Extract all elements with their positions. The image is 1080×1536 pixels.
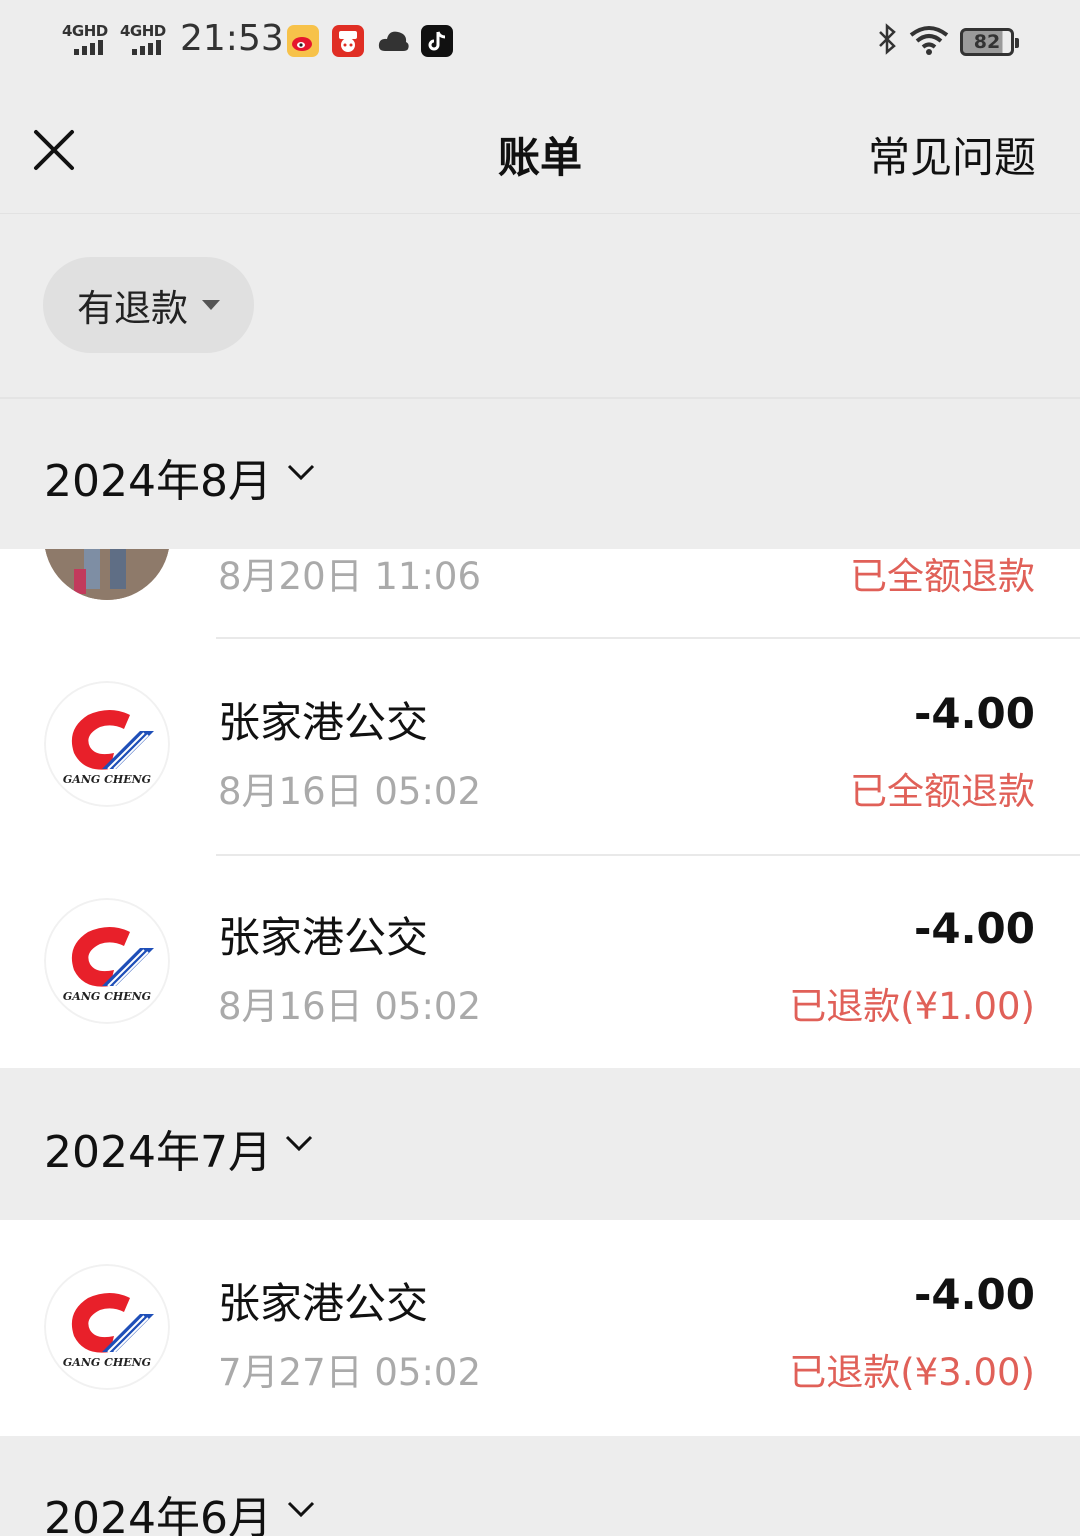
month-header-jul[interactable]: 2024年7月 — [0, 1070, 1080, 1220]
month-section-jul: GANG CHENG 张家港公交 7月27日 05:02 -4.00 已退款(¥… — [0, 1220, 1080, 1436]
battery-icon: 82 — [960, 28, 1019, 56]
transaction-time: 8月16日 05:02 — [218, 770, 482, 813]
caret-down-icon — [202, 300, 220, 310]
gangcheng-logo: GANG CHENG — [44, 681, 170, 807]
weibo-icon — [287, 25, 319, 57]
transaction-time: 8月20日 11:06 — [218, 555, 482, 598]
chevron-down-icon — [287, 464, 315, 481]
month-header-aug[interactable]: 2024年8月 — [0, 399, 1080, 549]
bluetooth-icon — [876, 22, 898, 64]
status-bar: 4GHD 4GHD 21:53 82 — [0, 0, 1080, 84]
transaction-time: 8月16日 05:02 — [218, 985, 482, 1028]
signal-icon: 4GHD — [120, 22, 172, 56]
refund-filter-dropdown[interactable]: 有退款 — [43, 257, 254, 353]
transaction-amount: -4.00 — [913, 1270, 1035, 1319]
logo-text: GANG CHENG — [63, 773, 151, 786]
merchant-name: 张家港公交 — [218, 1279, 429, 1328]
close-icon[interactable] — [30, 126, 78, 174]
month-label: 2024年8月 — [44, 456, 272, 507]
transaction-amount: -4.00 — [913, 689, 1035, 738]
transaction-row[interactable]: GANG CHENG 张家港公交 8月16日 05:02 -4.00 已全额退款 — [0, 639, 1080, 855]
wifi-icon — [908, 24, 950, 60]
merchant-name: 张家港公交 — [218, 913, 429, 962]
transaction-row[interactable]: 8月20日 11:06 已全额退款 — [0, 549, 1080, 645]
filter-label: 有退款 — [77, 287, 188, 330]
tiktok-icon — [421, 25, 453, 57]
refund-status: 已全额退款 — [850, 770, 1035, 813]
gangcheng-logo: GANG CHENG — [44, 898, 170, 1024]
transaction-time: 7月27日 05:02 — [218, 1351, 482, 1394]
month-label: 2024年7月 — [44, 1127, 272, 1178]
chevron-down-icon — [285, 1135, 313, 1152]
gangcheng-logo: GANG CHENG — [44, 1264, 170, 1390]
refund-status: 已退款(¥3.00) — [789, 1351, 1035, 1394]
month-section-aug: 8月20日 11:06 已全额退款 GANG CHENG 张家港公交 8月16日… — [0, 549, 1080, 1068]
merchant-name: 张家港公交 — [218, 698, 429, 747]
pinduoduo-icon — [332, 25, 364, 57]
cloud-icon — [377, 25, 409, 57]
faq-button[interactable]: 常见问题 — [868, 124, 1036, 185]
refund-status: 已全额退款 — [850, 555, 1035, 598]
signal-icon: 4GHD — [62, 22, 114, 56]
transaction-row[interactable]: GANG CHENG 张家港公交 8月16日 05:02 -4.00 已退款(¥… — [0, 856, 1080, 1068]
logo-text: GANG CHENG — [63, 1356, 151, 1369]
refund-status: 已退款(¥1.00) — [789, 985, 1035, 1028]
logo-text: GANG CHENG — [63, 990, 151, 1003]
clock: 21:53 — [180, 18, 284, 59]
transaction-amount: -4.00 — [913, 904, 1035, 953]
chevron-down-icon — [287, 1501, 315, 1518]
month-label: 2024年6月 — [44, 1493, 272, 1536]
filter-bar: 有退款 — [0, 214, 1080, 399]
transaction-row[interactable]: GANG CHENG 张家港公交 7月27日 05:02 -4.00 已退款(¥… — [0, 1220, 1080, 1436]
nav-bar: 账单 常见问题 — [0, 84, 1080, 214]
photo-avatar — [44, 549, 170, 600]
month-header-jun[interactable]: 2024年6月 — [0, 1438, 1080, 1536]
